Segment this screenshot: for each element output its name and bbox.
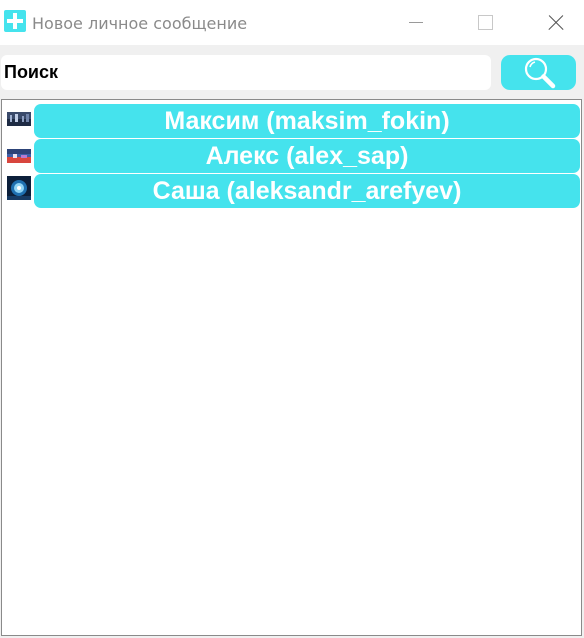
avatar [7,176,31,200]
close-icon[interactable] [532,0,578,45]
search-input[interactable] [1,55,491,90]
contact-button[interactable]: Алекс (alex_sap) [34,139,580,173]
plus-icon [4,10,26,32]
maximize-icon[interactable] [462,0,508,45]
title-bar[interactable]: Новое личное сообщение [0,0,584,45]
list-item: Максим (maksim_fokin) [2,102,581,138]
search-button[interactable] [501,55,576,90]
avatar [7,109,31,133]
contact-list: Максим (maksim_fokin) Алекс (alex_sap) С… [1,99,582,636]
contact-button[interactable]: Саша (aleksandr_arefyev) [34,174,580,208]
new-private-message-window: Новое личное сообщение Мак [0,0,584,638]
contact-button[interactable]: Максим (maksim_fokin) [34,104,580,138]
avatar [7,145,31,169]
magnifier-icon [524,57,556,89]
list-item: Саша (aleksandr_arefyev) [2,172,581,208]
window-title: Новое личное сообщение [32,14,248,33]
minimize-icon[interactable] [393,0,439,45]
list-item: Алекс (alex_sap) [2,137,581,173]
